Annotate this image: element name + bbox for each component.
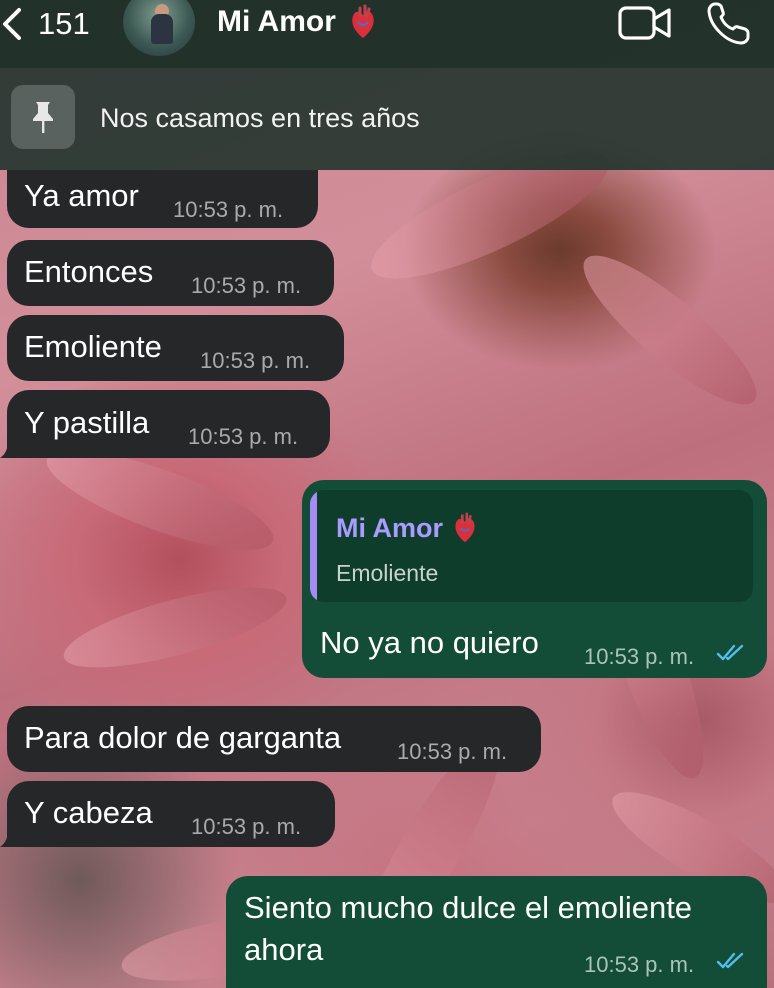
message-time: 10:53 p. m. [191, 814, 302, 839]
video-call-icon[interactable] [618, 4, 672, 42]
reply-quote[interactable]: Mi Amor Emoliente [310, 490, 753, 602]
read-receipt-icon [716, 952, 744, 969]
chevron-left-icon [3, 8, 21, 40]
bubble-tail [0, 440, 14, 458]
pinned-text: Nos casamos en tres años [100, 103, 420, 133]
message-time: 10:53 p. m. [173, 197, 284, 222]
message-text: Para dolor de garganta [24, 720, 342, 755]
message-time: 10:53 p. m. [584, 644, 695, 669]
pinned-message-bar[interactable]: Nos casamos en tres años [0, 68, 774, 170]
pin-icon [33, 102, 53, 133]
message-bubble-incoming[interactable]: Y pastilla 10:53 p. m. [7, 390, 330, 458]
message-bubble-incoming[interactable]: Ya amor 10:53 p. m. [7, 170, 318, 228]
contact-name[interactable]: Mi Amor [217, 4, 376, 40]
read-receipt-icon [716, 644, 744, 661]
back-button[interactable]: 151 [0, 4, 90, 44]
message-text: Entonces [24, 254, 154, 289]
message-bubble-incoming[interactable]: Para dolor de garganta 10:53 p. m. [7, 706, 541, 772]
message-bubble-incoming[interactable]: Y cabeza 10:53 p. m. [7, 781, 335, 847]
message-time: 10:53 p. m. [188, 424, 299, 449]
message-time: 10:53 p. m. [397, 739, 508, 764]
message-bubble-outgoing[interactable]: Mi Amor Emoliente No ya no quiero 10:53 … [302, 480, 767, 678]
message-bubble-incoming[interactable]: Entonces 10:53 p. m. [7, 240, 334, 306]
message-text: Emoliente [24, 329, 162, 364]
unread-count: 151 [38, 6, 90, 41]
message-bubble-outgoing[interactable]: Siento mucho dulce el emoliente ahora 10… [226, 876, 767, 988]
chat-header: 151 Mi Amor [0, 0, 774, 68]
anatomical-heart-icon [455, 512, 475, 543]
message-bubble-incoming[interactable]: Emoliente 10:53 p. m. [7, 315, 344, 381]
message-text: No ya no quiero [320, 625, 539, 660]
quote-bar [310, 490, 317, 602]
message-time: 10:53 p. m. [200, 348, 311, 373]
message-text-line-2: ahora [244, 932, 324, 967]
message-text: Y cabeza [24, 795, 153, 830]
phone-call-icon[interactable] [706, 0, 752, 46]
quote-sender: Mi Amor [336, 512, 477, 544]
message-time: 10:53 p. m. [584, 952, 695, 977]
quote-text: Emoliente [336, 560, 439, 586]
anatomical-heart-icon [352, 4, 374, 38]
message-text: Ya amor [24, 178, 139, 213]
bubble-tail [0, 829, 14, 847]
message-text: Y pastilla [24, 405, 150, 440]
message-time: 10:53 p. m. [191, 273, 302, 298]
pin-button[interactable] [11, 85, 75, 149]
message-text-line-1: Siento mucho dulce el emoliente [244, 890, 693, 925]
avatar[interactable] [123, 0, 195, 56]
